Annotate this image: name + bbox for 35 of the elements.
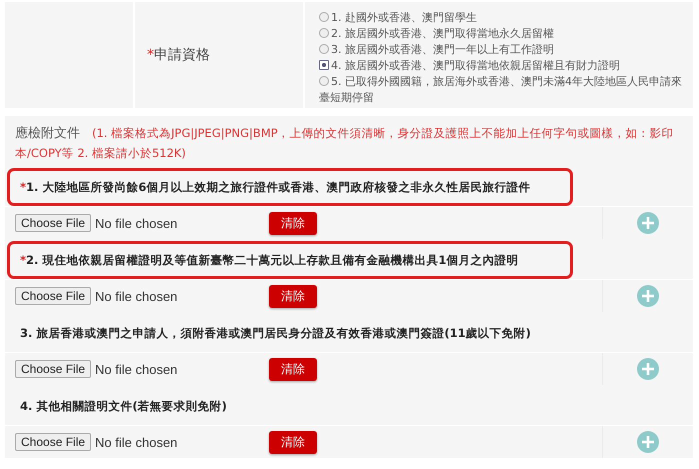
- add-icon[interactable]: [637, 431, 659, 453]
- radio-option[interactable]: 5. 已取得外國國籍，旅居海外或香港、澳門未滿4年大陸地區人民申請來臺短期停留: [319, 74, 687, 106]
- add-icon[interactable]: [637, 285, 659, 307]
- choose-file-button[interactable]: Choose File: [15, 287, 92, 305]
- required-mark: *: [147, 47, 154, 63]
- choose-file-button[interactable]: Choose File: [15, 360, 92, 378]
- choose-file-button[interactable]: Choose File: [15, 214, 92, 232]
- clear-button[interactable]: 清除: [269, 212, 318, 234]
- required-mark: *: [20, 253, 26, 267]
- upload-note: 應檢附文件 (1. 檔案格式為JPG|JPEG|PNG|BMP，上傳的文件須清晰，身分證及護照上不能加上任何字句或圖樣，如：影印本/COPY等 2. 檔案請小於512K): [14, 125, 675, 162]
- radio-option[interactable]: 4. 旅居國外或香港、澳門取得當地依親居留權且有財力證明: [319, 58, 687, 74]
- clear-button[interactable]: 清除: [269, 358, 318, 380]
- file-status: No file chosen: [95, 434, 178, 450]
- file-status: No file chosen: [95, 288, 178, 304]
- clear-button[interactable]: 清除: [269, 284, 318, 308]
- add-icon[interactable]: [637, 212, 659, 234]
- radio-option[interactable]: 1. 赴國外或香港、澳門留學生: [319, 10, 687, 26]
- document-title: 2. 現住地依親居留權證明及等值新臺幣二十萬元以上存款且備有金融機構出具1個月之內證明: [26, 253, 518, 267]
- radio-option[interactable]: 3. 旅居國外或香港、澳門一年以上有工作證明: [319, 42, 687, 58]
- required-mark: *: [20, 180, 26, 194]
- document-title: 4. 其他相關證明文件(若無要求則免附): [20, 399, 227, 413]
- file-status: No file chosen: [95, 362, 178, 376]
- radio-button[interactable]: [319, 44, 329, 54]
- radio-button[interactable]: [319, 76, 329, 86]
- document-title: 1. 大陸地區所發尚餘6個月以上效期之旅行證件或香港、澳門政府核發之非永久性居民旅行證件: [26, 180, 530, 194]
- choose-file-button[interactable]: Choose File: [15, 433, 92, 451]
- add-icon[interactable]: [637, 358, 659, 380]
- document-title: 3. 旅居香港或澳門之申請人，須附香港或澳門居民身分證及有效香港或澳門簽證(11歲以下免附): [20, 326, 531, 340]
- field-label: 申請資格: [154, 46, 210, 64]
- radio-option[interactable]: 2. 旅居國外或香港、澳門取得當地永久居留權: [319, 26, 687, 42]
- radio-button[interactable]: [319, 28, 329, 38]
- radio-button[interactable]: [319, 60, 329, 70]
- radio-button[interactable]: [319, 12, 329, 22]
- file-status: No file chosen: [95, 216, 178, 230]
- clear-button[interactable]: 清除: [269, 430, 318, 454]
